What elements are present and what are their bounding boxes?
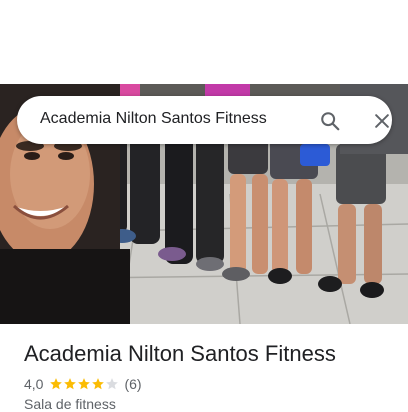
search-query[interactable]: Academia Nilton Santos Fitness xyxy=(40,109,267,129)
place-category: Sala de fitness xyxy=(24,396,116,412)
review-count[interactable]: (6) xyxy=(124,376,141,392)
star-icon xyxy=(49,377,63,391)
top-blank-area xyxy=(0,0,408,84)
search-icon[interactable] xyxy=(317,108,343,134)
search-bar[interactable]: Academia Nilton Santos Fitness xyxy=(17,96,392,144)
rating-value: 4,0 xyxy=(24,376,44,392)
star-icon xyxy=(105,377,119,391)
place-title: Academia Nilton Santos Fitness xyxy=(24,341,336,366)
star-icon xyxy=(91,377,105,391)
rating-row[interactable]: 4,0 (6) xyxy=(24,374,142,394)
rating-stars xyxy=(49,377,119,391)
star-icon xyxy=(77,377,91,391)
close-icon[interactable] xyxy=(369,108,395,134)
star-icon xyxy=(63,377,77,391)
